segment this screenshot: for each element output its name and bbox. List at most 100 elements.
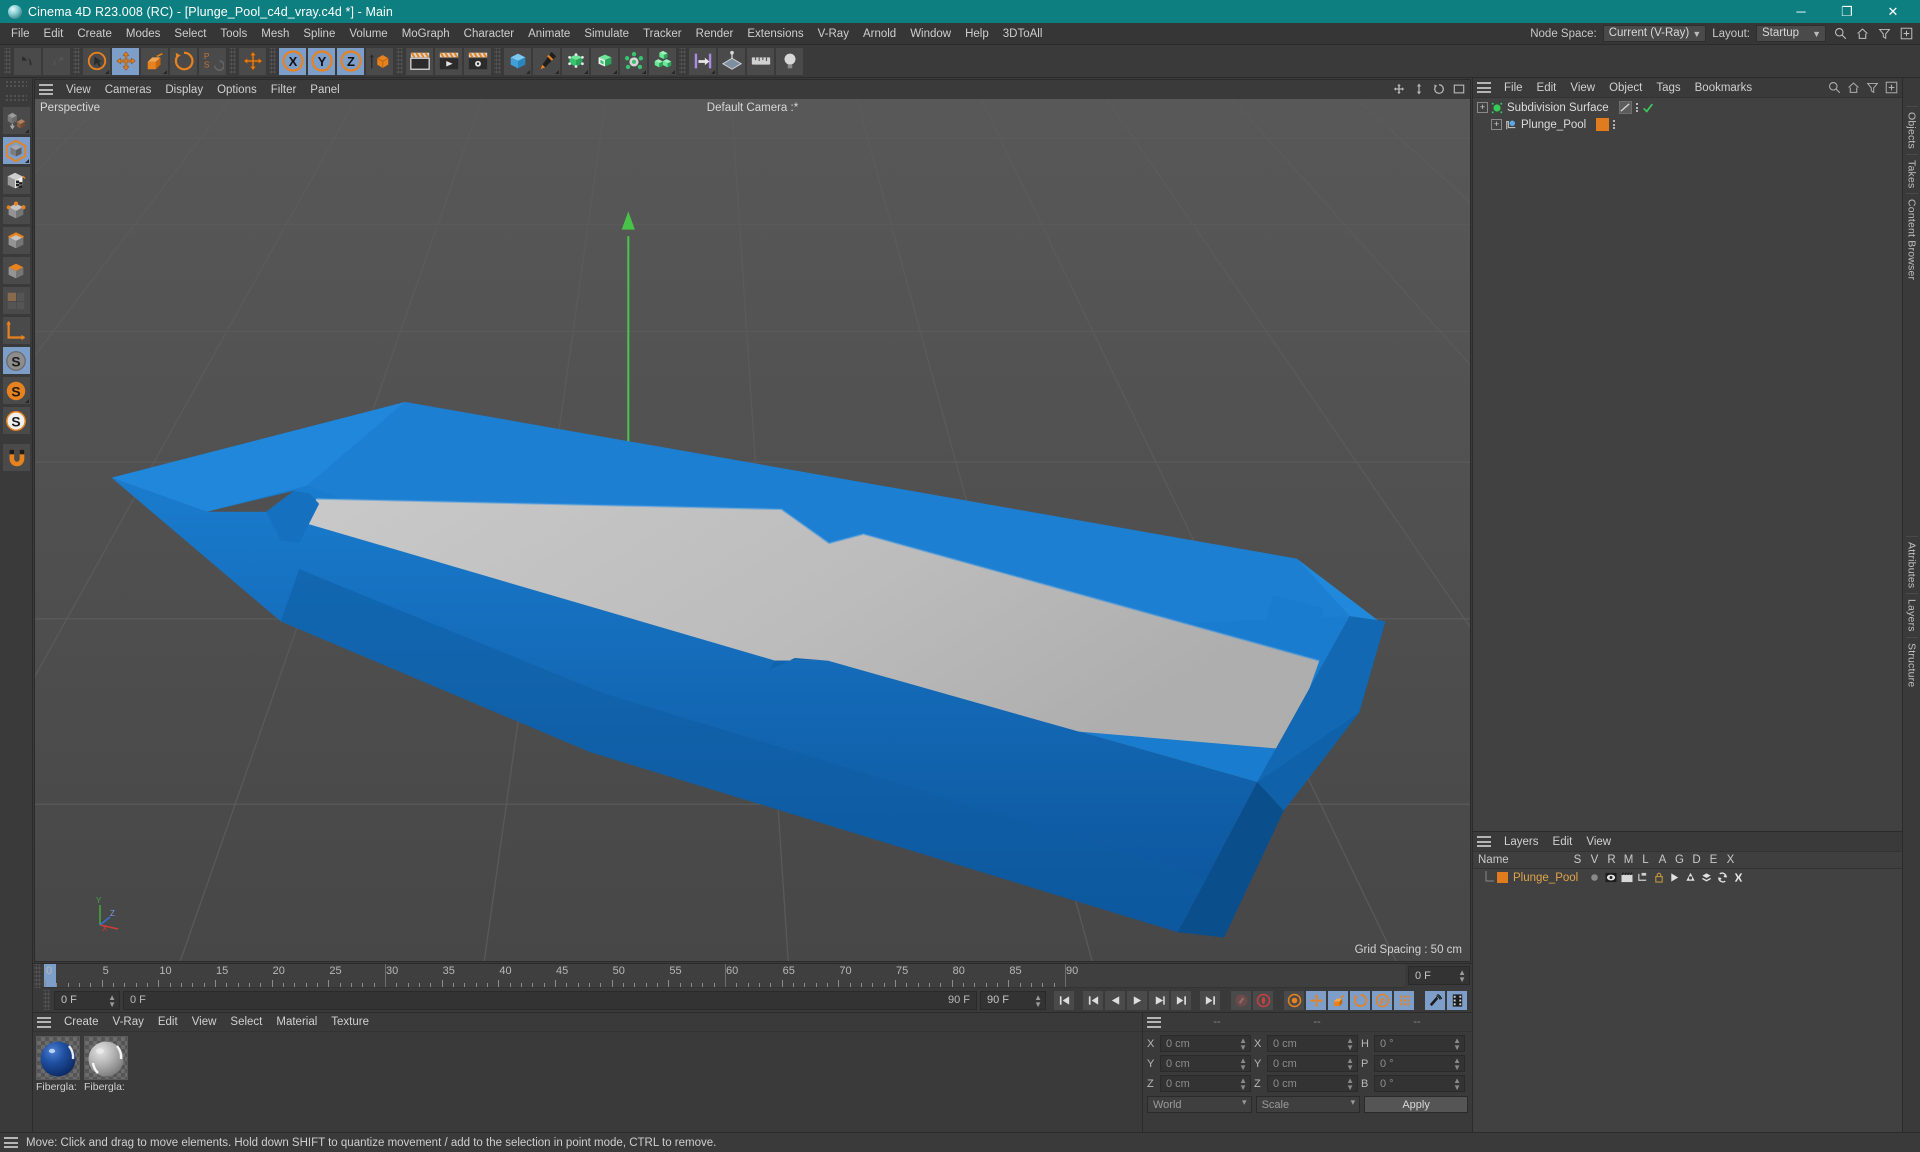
- left-palette-grip[interactable]: [5, 94, 27, 103]
- menu-animate[interactable]: Animate: [521, 25, 577, 43]
- menu-character[interactable]: Character: [457, 25, 522, 43]
- toolbar-grip[interactable]: [396, 48, 403, 74]
- material-thumbnail[interactable]: [36, 1036, 80, 1080]
- timeline-controls-grip[interactable]: [43, 990, 50, 1010]
- menu-extensions[interactable]: Extensions: [740, 25, 810, 43]
- menu-create[interactable]: Create: [70, 25, 119, 43]
- timeline-end-field[interactable]: 0 F ▲ ▼: [1408, 966, 1470, 985]
- spinner-arrows-icon[interactable]: ▲ ▼: [1239, 1077, 1247, 1092]
- timeline-ruler[interactable]: 0 5 10 15 20 25 30 35 40 45 50 55 60 65 70 75 80 85 90: [42, 964, 1405, 988]
- vertical-tab-objects[interactable]: Objects: [1905, 106, 1918, 154]
- solo-toggle[interactable]: [1588, 871, 1601, 884]
- toolbar-grip[interactable]: [269, 48, 276, 74]
- bulb-button[interactable]: [775, 46, 804, 76]
- pla-key-button[interactable]: P: [1371, 989, 1393, 1011]
- world-object-button[interactable]: [365, 46, 394, 76]
- add-generator-button[interactable]: [561, 46, 590, 76]
- lock-x-button[interactable]: X: [278, 46, 307, 76]
- object-manager-hamburger-icon[interactable]: [1477, 82, 1491, 93]
- display-tag[interactable]: [1618, 101, 1632, 114]
- visibility-dots-icon[interactable]: [1635, 103, 1638, 112]
- spinner-arrows-icon[interactable]: ▲ ▼: [1346, 1037, 1354, 1052]
- add-cube-button[interactable]: [503, 46, 532, 76]
- next-key-button[interactable]: [1170, 989, 1192, 1011]
- timeline-grip[interactable]: [34, 964, 41, 988]
- coord-apply-button[interactable]: Apply: [1364, 1096, 1468, 1113]
- world-axis-button[interactable]: [238, 46, 267, 76]
- keyframe-selection-button[interactable]: [1283, 989, 1305, 1011]
- step-forward-button[interactable]: [1148, 989, 1170, 1011]
- generator-toggle[interactable]: [1684, 871, 1697, 884]
- material-menu-edit[interactable]: Edit: [151, 1016, 185, 1028]
- axis-mode-button[interactable]: [1, 316, 31, 345]
- workplane-lock-button[interactable]: S: [1, 406, 31, 435]
- viewport-menu-panel[interactable]: Panel: [303, 84, 346, 96]
- enable-axis-button[interactable]: S: [1, 346, 31, 375]
- rotate-tool-button[interactable]: [169, 46, 198, 76]
- filmstrip-button[interactable]: [1446, 989, 1468, 1011]
- minimize-button[interactable]: ─: [1778, 0, 1824, 23]
- toolbar-grip[interactable]: [4, 48, 11, 74]
- home-icon[interactable]: [1854, 26, 1870, 42]
- material-menu-create[interactable]: Create: [57, 1016, 106, 1028]
- record-active-objects-button[interactable]: [1230, 989, 1252, 1011]
- material-menu-hamburger-icon[interactable]: [37, 1016, 51, 1028]
- material-menu-v-ray[interactable]: V-Ray: [106, 1016, 151, 1028]
- object-menu-bookmarks[interactable]: Bookmarks: [1688, 82, 1760, 94]
- toolbar-grip[interactable]: [229, 48, 236, 74]
- manager-toggle[interactable]: [1636, 871, 1649, 884]
- add-deformer-button[interactable]: [590, 46, 619, 76]
- maximize-icon[interactable]: [1452, 82, 1466, 96]
- menu-tools[interactable]: Tools: [213, 25, 254, 43]
- vertical-tab-takes[interactable]: Takes: [1905, 154, 1918, 193]
- menu-mesh[interactable]: Mesh: [254, 25, 296, 43]
- menu-help[interactable]: Help: [958, 25, 996, 43]
- coordinates-menu-hamburger-icon[interactable]: [1147, 1016, 1161, 1028]
- status-bar-hamburger-icon[interactable]: [4, 1137, 18, 1148]
- uv-mode-button[interactable]: [1, 286, 31, 315]
- workplane-button[interactable]: [717, 46, 746, 76]
- object-menu-object[interactable]: Object: [1602, 82, 1649, 94]
- render-settings-button[interactable]: [463, 46, 492, 76]
- visible-toggle[interactable]: [1604, 871, 1617, 884]
- expression-toggle[interactable]: [1716, 871, 1729, 884]
- move-tool-button[interactable]: [111, 46, 140, 76]
- spinner-arrows-icon[interactable]: ▲ ▼: [1458, 969, 1466, 984]
- viewport-menu-hamburger-icon[interactable]: [39, 84, 53, 95]
- rotate-icon[interactable]: [1432, 82, 1446, 96]
- material-menu-material[interactable]: Material: [269, 1016, 324, 1028]
- spinner-arrows-icon[interactable]: ▲ ▼: [1034, 993, 1042, 1008]
- close-button[interactable]: ✕: [1870, 0, 1916, 23]
- material-menu-texture[interactable]: Texture: [324, 1016, 376, 1028]
- viewport-canvas[interactable]: Perspective Default Camera :* Grid Spaci…: [35, 99, 1470, 961]
- spinner-arrows-icon[interactable]: ▲ ▼: [1346, 1057, 1354, 1072]
- search-icon[interactable]: [1827, 81, 1841, 95]
- layer-color-swatch[interactable]: [1497, 872, 1508, 883]
- menu-modes[interactable]: Modes: [119, 25, 168, 43]
- material-thumbnail[interactable]: [84, 1036, 128, 1080]
- menu-simulate[interactable]: Simulate: [577, 25, 636, 43]
- enable-snap-button[interactable]: S: [1, 376, 31, 405]
- spinner-arrows-icon[interactable]: ▲ ▼: [1239, 1057, 1247, 1072]
- layer-menu-layers[interactable]: Layers: [1497, 836, 1546, 848]
- add-mograph-button[interactable]: [648, 46, 677, 76]
- viewport-menu-display[interactable]: Display: [158, 84, 210, 96]
- lock-y-button[interactable]: Y: [307, 46, 336, 76]
- viewport-menu-view[interactable]: View: [59, 84, 98, 96]
- object-menu-tags[interactable]: Tags: [1649, 82, 1687, 94]
- layer-menu-view[interactable]: View: [1579, 836, 1618, 848]
- layer-rows[interactable]: Plunge_Pool: [1473, 869, 1902, 1132]
- add-icon[interactable]: [1884, 81, 1898, 95]
- object-menu-edit[interactable]: Edit: [1530, 82, 1564, 94]
- scale-key-button[interactable]: [1327, 989, 1349, 1011]
- spinner-arrows-icon[interactable]: ▲ ▼: [1453, 1057, 1461, 1072]
- coord-mode-select[interactable]: Scale ▾: [1255, 1096, 1361, 1113]
- object-tree[interactable]: + Subdivision Surface + Plunge_Pool: [1473, 98, 1902, 831]
- texture-mode-button[interactable]: [1, 166, 31, 195]
- expander-icon[interactable]: +: [1477, 102, 1488, 113]
- add-icon[interactable]: [1898, 26, 1914, 42]
- coord-space-select[interactable]: World ▾: [1147, 1096, 1252, 1113]
- object-menu-file[interactable]: File: [1497, 82, 1530, 94]
- spinner-arrows-icon[interactable]: ▲ ▼: [1239, 1037, 1247, 1052]
- spinner-arrows-icon[interactable]: ▲ ▼: [1346, 1077, 1354, 1092]
